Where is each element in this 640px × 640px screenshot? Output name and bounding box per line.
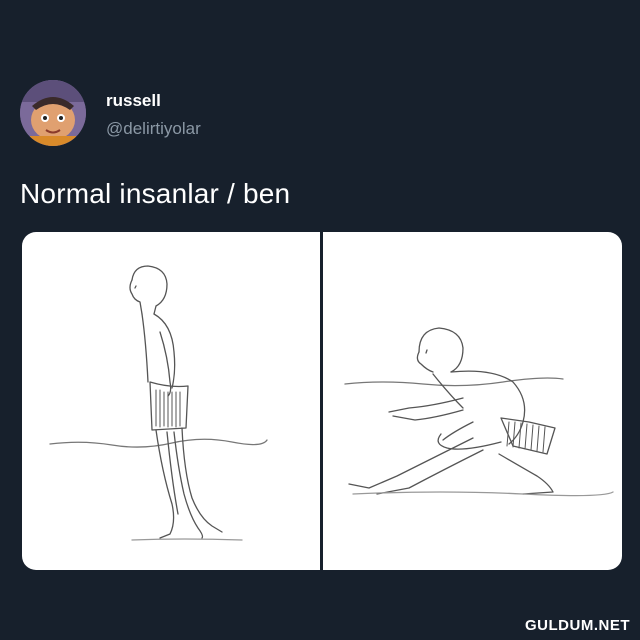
- avatar[interactable]: [20, 80, 86, 146]
- watermark: GULDUM.NET: [525, 617, 630, 634]
- user-handle[interactable]: @delirtiyolar: [106, 119, 201, 139]
- display-name[interactable]: russell: [106, 91, 161, 111]
- tweet-header: russell @delirtiyolar: [20, 80, 620, 152]
- right-panel-crouching-in-water: [323, 232, 622, 570]
- left-panel-walking-in-water: [22, 232, 320, 570]
- tweet-media[interactable]: [22, 232, 622, 570]
- tweet-text: Normal insanlar / ben: [20, 178, 291, 209]
